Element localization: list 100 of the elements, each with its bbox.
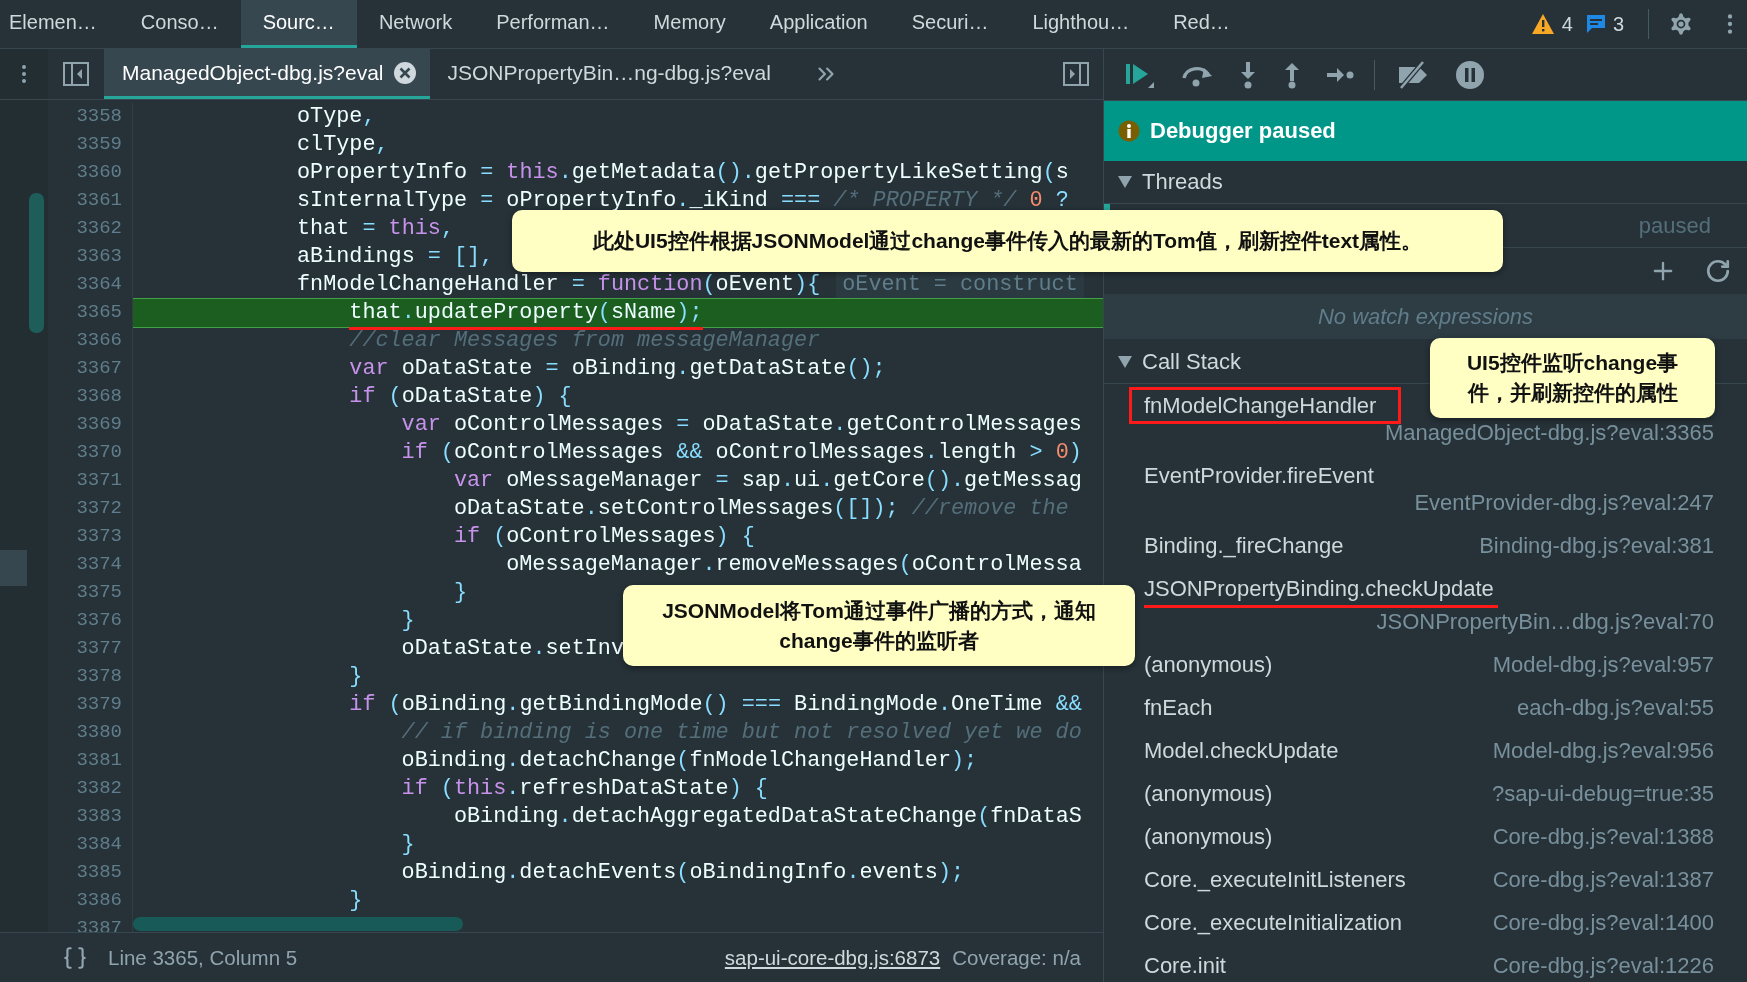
thread-status: paused [1638,212,1711,239]
panel-tab[interactable]: Performan… [474,0,632,48]
panel-tab[interactable]: Conso… [118,0,241,48]
line-number: 3379 [48,690,133,720]
line-number: 3371 [48,466,133,496]
line-number: 3375 [48,578,133,608]
line-number: 3370 [48,438,133,468]
callout-note: 此处UI5控件根据JSONModel通过change事件传入的最新的Tom值，刷新控件text属性。 [512,210,1503,272]
line-number: 3384 [48,830,133,860]
line-number: 3372 [48,494,133,524]
code-line: if (oControlMessages && oControlMessages.length > 0) [401,439,1082,467]
call-frame-name[interactable]: Core._executeInitialization [1144,909,1403,936]
call-frame-location[interactable]: Model-dbg.js?eval:956 [1492,737,1714,764]
callout-note: JSONModel将Tom通过事件广播的方式，通知change事件的监听者 [623,585,1135,666]
file-tab[interactable]: JSONPropertyBin…ng-dbg.js?eval [429,49,785,99]
empty-watch-text: No watch expressions [1317,303,1534,330]
call-frame-location[interactable]: Core-dbg.js?eval:1388 [1492,823,1714,850]
line-number: 3381 [48,746,133,776]
code-line: } [401,607,415,635]
panel-tab[interactable]: Application [747,0,890,48]
call-frame-name[interactable]: (anonymous) [1144,651,1273,678]
call-frame-location[interactable]: Model-dbg.js?eval:957 [1492,651,1714,678]
panel-tab[interactable]: Red… [1151,0,1252,48]
call-frame-location[interactable]: EventProvider-dbg.js?eval:247 [1414,489,1714,516]
code-line: if (oDataState) { [349,383,572,411]
section-header[interactable]: Threads [1104,161,1747,204]
inline-value: oEvent = construct [836,271,1084,299]
line-number: 3385 [48,858,133,888]
section-title: Call Stack [1142,349,1242,375]
code-line: // if binding is one time but not resolved yet we do [401,719,1082,747]
code-line: var oMessageManager = sap.ui.getCore().getMessag [453,467,1082,495]
call-frame-location[interactable]: Core-dbg.js?eval:1387 [1492,866,1714,893]
line-number: 3358 [48,102,133,132]
line-number: 3367 [48,354,133,384]
code-line: var oDataState = oBinding.getDataState(); [349,355,886,383]
code-line: oBinding.detachEvents(oBindingInfo.events); [401,859,965,887]
line-number: 3376 [48,606,133,636]
call-frame-location[interactable]: ?sap-ui-debug=true:35 [1492,780,1714,807]
call-frame-name[interactable]: Binding._fireChange [1144,532,1344,559]
line-number: 3362 [48,214,133,244]
code-line: oDataState.setInv [401,635,624,663]
line-number: 3383 [48,802,133,832]
code-line: that = this, [297,215,454,243]
line-number: 3378 [48,662,133,692]
message-count: 3 [1612,12,1624,36]
code-line: fnModelChangeHandler = function(oEvent){ [297,271,821,299]
section-title: Threads [1142,169,1223,195]
source-link[interactable]: sap-ui-core-dbg.js:6873 [724,945,941,970]
code-line: aBindings = [], [297,243,494,271]
line-number: 3386 [48,886,133,916]
code-line: } [401,831,415,859]
line-number: 3364 [48,270,133,300]
call-frame-location[interactable]: each-dbg.js?eval:55 [1517,694,1714,721]
panel-tab[interactable]: Memory [631,0,748,48]
line-number: 3366 [48,326,133,356]
panel-tab[interactable]: Network [356,0,475,48]
banner-text: Debugger paused [1150,118,1336,144]
line-number: 3360 [48,158,133,188]
callout-note: UI5控件监听change事件，并刷新控件的属性 [1430,338,1715,418]
call-frame-name[interactable]: (anonymous) [1144,780,1273,807]
line-number: 3380 [48,718,133,748]
code-line: } [349,663,363,691]
code-line: oBinding.detachChange(fnModelChangeHandler); [401,747,978,775]
code-line: } [453,579,467,607]
line-number: 3373 [48,522,133,552]
line-number: 3382 [48,774,133,804]
line-number: 3374 [48,550,133,580]
call-frame-location[interactable]: Core-dbg.js?eval:1226 [1492,952,1714,979]
code-line: var oControlMessages = oDataState.getControlMessages [401,411,1082,439]
code-line: oType, [297,103,376,131]
line-number: 3363 [48,242,133,272]
call-frame-name[interactable]: EventProvider.fireEvent [1144,462,1374,489]
call-frame-name[interactable]: JSONPropertyBinding.checkUpdate [1144,575,1498,608]
code-line: if (this.refreshDataState) { [401,775,768,803]
call-frame-name[interactable]: Core._executeInitListeners [1144,866,1406,893]
panel-tab[interactable]: Elemen… [0,0,119,48]
panel-tab[interactable]: Securi… [889,0,1011,48]
file-tab[interactable]: ManagedObject-dbg.js?eval [104,49,430,99]
call-frame-name[interactable]: fnEach [1144,694,1213,721]
call-frame-name[interactable]: (anonymous) [1144,823,1273,850]
code-line: } [349,887,363,915]
code-line: oDataState.setControlMessages([]); //remove the [453,495,1069,523]
panel-tab[interactable]: Sourc… [240,0,357,48]
code-line: //clear Messages from messageManager [349,327,821,355]
call-frame-location[interactable]: JSONPropertyBin…dbg.js?eval:70 [1376,608,1714,635]
warning-count: 4 [1561,12,1573,36]
call-frame-location[interactable]: Core-dbg.js?eval:1400 [1492,909,1714,936]
line-number: 3361 [48,186,133,216]
code-line: oMessageManager.removeMessages(oControlMessa [506,551,1082,579]
cursor-position: Line 3365, Column 5 [108,945,298,970]
code-line: clType, [297,131,389,159]
call-frame-location[interactable]: Binding-dbg.js?eval:381 [1479,532,1714,559]
code-line: that.updateProperty(sName); [349,299,703,327]
call-frame-name[interactable]: Core.init [1144,952,1226,979]
code-line: oBinding.detachAggregatedDataStateChange(fnDataS [453,803,1082,831]
call-frame-name[interactable]: Model.checkUpdate [1144,737,1339,764]
line-number: 3377 [48,634,133,664]
call-frame-name[interactable]: fnModelChangeHandler [1129,387,1402,424]
panel-tab[interactable]: Lighthou… [1010,0,1152,48]
coverage-text: Coverage: n/a [952,945,1081,970]
